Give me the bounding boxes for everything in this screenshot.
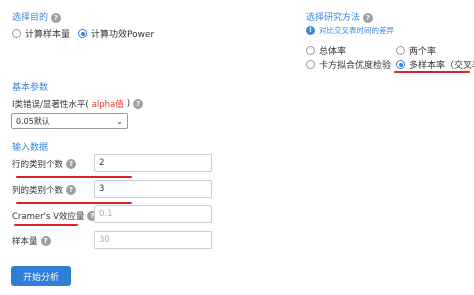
goal-option-label: 计算样本量	[25, 30, 71, 40]
help-icon[interactable]: ?	[66, 185, 77, 195]
annotation-underline	[14, 224, 78, 226]
cols-input-value: 3	[99, 184, 105, 194]
cols-input[interactable]: 3	[94, 180, 212, 198]
cols-label: 列的类别个数 ?	[12, 184, 77, 196]
radio-icon[interactable]	[396, 46, 405, 55]
sample-size-label-text: 样本量	[12, 237, 38, 247]
goal-section-title: 选择目的	[12, 13, 49, 23]
goal-option-sample-size[interactable]: 计算样本量	[12, 27, 70, 40]
help-icon[interactable]: ?	[50, 12, 61, 23]
power-analysis-form: 选择目的 ? 计算样本量 计算功效Power 选择研究方法 ? ! 对比交叉表时…	[0, 0, 474, 295]
effect-size-placeholder: 0.1	[99, 209, 113, 219]
alpha-label: I类错误/显著性水平(alpha值) ?	[12, 98, 144, 110]
basic-section-title: 基本参数	[12, 83, 49, 93]
effect-size-label-text: Cramer's V效应量	[12, 212, 85, 222]
goal-section-header: 选择目的 ?	[12, 10, 61, 23]
rows-label-text: 行的类别个数	[12, 160, 64, 170]
method-section-title: 选择研究方法	[306, 13, 361, 23]
radio-icon[interactable]	[306, 46, 315, 55]
method-option-overall-rate[interactable]: 总体率	[306, 44, 346, 57]
sample-size-label: 样本量 ?	[12, 235, 51, 247]
start-analysis-button[interactable]: 开始分析	[11, 266, 71, 286]
method-hint: ! 对比交叉表时间的差异	[306, 25, 394, 36]
rows-input[interactable]: 2	[94, 154, 212, 172]
method-option-label: 卡方拟合优度检验	[319, 61, 392, 71]
method-option-label: 总体率	[319, 47, 347, 57]
effect-size-label: Cramer's V效应量 ?	[12, 210, 98, 222]
help-icon[interactable]: ?	[133, 99, 144, 109]
sample-size-placeholder: 30	[99, 235, 110, 245]
goal-option-power[interactable]: 计算功效Power	[78, 27, 154, 40]
alpha-label-suffix: )	[126, 99, 131, 109]
radio-checked-icon[interactable]	[78, 29, 87, 38]
method-option-label: 两个率	[409, 47, 437, 57]
alpha-select[interactable]: 0.05默认 ⌄	[11, 113, 128, 129]
help-icon[interactable]: ?	[66, 159, 77, 169]
method-option-label: 多样本率（交叉表）	[409, 61, 474, 71]
info-icon: !	[306, 26, 315, 35]
annotation-underline	[394, 71, 470, 73]
method-option-chi-square-gof[interactable]: 卡方拟合优度检验	[306, 58, 391, 71]
help-icon[interactable]: ?	[362, 12, 373, 23]
method-section-header: 选择研究方法 ?	[306, 10, 373, 23]
chevron-down-icon: ⌄	[116, 116, 123, 126]
annotation-underline	[16, 202, 132, 204]
alpha-label-prefix: I类错误/显著性水平(	[12, 100, 89, 110]
help-icon[interactable]: ?	[40, 236, 51, 246]
goal-option-label: 计算功效Power	[91, 30, 155, 40]
method-option-multi-sample-rates[interactable]: 多样本率（交叉表）	[396, 58, 474, 71]
sample-size-input[interactable]: 30	[94, 231, 212, 249]
alpha-select-value: 0.05默认	[16, 116, 50, 126]
radio-icon[interactable]	[12, 29, 21, 38]
method-option-two-rates[interactable]: 两个率	[396, 44, 436, 57]
rows-input-value: 2	[99, 158, 105, 168]
rows-label: 行的类别个数 ?	[12, 158, 77, 170]
cols-label-text: 列的类别个数	[12, 186, 64, 196]
input-section-title: 输入数据	[12, 143, 49, 153]
method-hint-text: 对比交叉表时间的差异	[319, 26, 394, 35]
radio-icon[interactable]	[306, 60, 315, 69]
alpha-label-highlight: alpha值	[91, 100, 124, 110]
annotation-underline	[16, 176, 132, 178]
radio-checked-icon[interactable]	[396, 60, 405, 69]
effect-size-input[interactable]: 0.1	[94, 205, 212, 223]
